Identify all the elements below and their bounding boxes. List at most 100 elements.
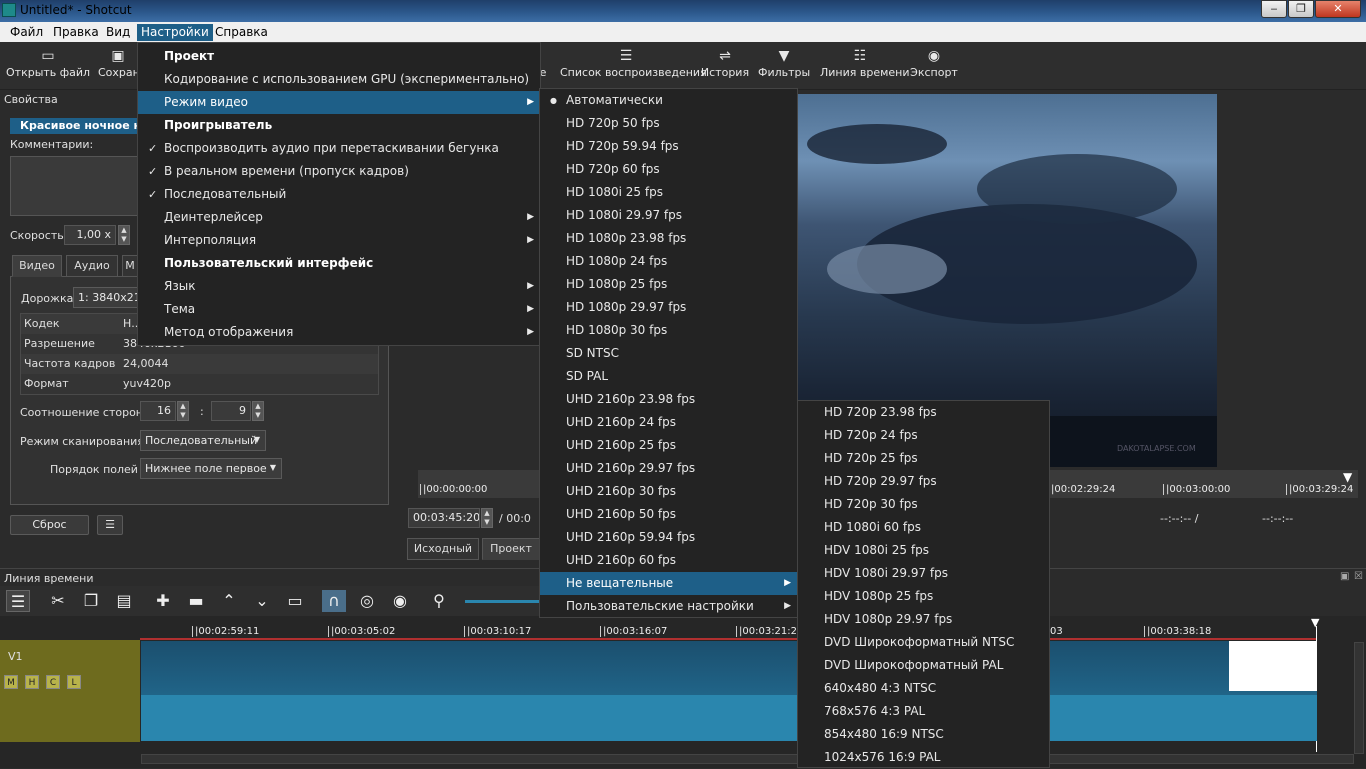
close-icon[interactable]: ☒ [1354,571,1363,582]
video-mode-item[interactable]: UHD 2160p 59.94 fps [540,526,797,549]
playhead-marker[interactable]: ▼ [1343,470,1352,484]
vertical-scrollbar[interactable] [1354,642,1364,754]
video-mode-item[interactable]: HD 1080p 29.97 fps [540,296,797,319]
video-mode-item[interactable]: UHD 2160p 24 fps [540,411,797,434]
menu-view[interactable]: Вид [102,24,134,41]
track-header[interactable]: V1 [0,640,140,742]
scan-mode-select[interactable]: Последовательный ▼ [140,430,266,451]
filters-button[interactable]: ▼ Фильтры [758,42,810,88]
copy-icon[interactable]: ❐ [79,590,103,612]
composite-button[interactable]: C [46,675,60,689]
tab-project[interactable]: Проект [482,538,540,560]
horizontal-scrollbar[interactable] [141,754,1354,764]
menu-file[interactable]: Файл [6,24,47,41]
menu-item[interactable]: Режим видео ▶ [138,91,540,114]
history-button[interactable]: ⇌ История [700,42,750,88]
speed-stepper[interactable]: ▲ ▼ [118,225,130,245]
snap-icon[interactable]: ∩ [322,590,346,612]
playlist-button[interactable]: ☰ Список воспроизведения [560,42,707,88]
tab-source[interactable]: Исходный [407,538,479,560]
video-mode-item[interactable]: SD PAL [540,365,797,388]
remove-icon[interactable]: ▬ [184,590,208,612]
menu-item[interactable]: Интерполяция ▶ [138,229,540,252]
tab-video[interactable]: Видео [12,255,62,277]
video-mode-item[interactable]: HD 720p 59.94 fps [540,135,797,158]
video-mode-item[interactable]: UHD 2160p 23.98 fps [540,388,797,411]
video-mode-item[interactable]: SD NTSC [540,342,797,365]
timeline-ruler[interactable]: |00:02:59:11 |00:03:05:02 |00:03:10:17 |… [140,624,1317,640]
video-mode-item[interactable]: UHD 2160p 60 fps [540,549,797,572]
non-broadcast-item[interactable]: HD 720p 25 fps [798,447,1049,470]
non-broadcast-item[interactable]: 1024x576 16:9 PAL [798,746,1049,769]
timecode-input[interactable]: 00:03:45:20 [408,508,480,528]
speed-input[interactable]: 1,00 x [64,225,116,245]
append-icon[interactable]: ✚ [151,590,175,612]
save-button[interactable]: ▣ Сохран [98,42,140,88]
non-broadcast-item[interactable]: HD 720p 24 fps [798,424,1049,447]
video-mode-item[interactable]: HD 1080p 23.98 fps [540,227,797,250]
video-mode-item[interactable]: HD 1080p 25 fps [540,273,797,296]
minimize-button[interactable]: ‒ [1261,0,1287,18]
video-mode-item[interactable]: HD 720p 50 fps [540,112,797,135]
menu-item[interactable]: ✓ Последовательный [138,183,540,206]
menu-item[interactable]: Метод отображения ▶ [138,321,540,344]
video-mode-item[interactable]: HD 1080i 25 fps [540,181,797,204]
field-order-select[interactable]: Нижнее поле первое ▼ [140,458,282,479]
video-mode-item[interactable]: HD 720p 60 fps [540,158,797,181]
menu-item[interactable]: Кодирование с использованием GPU (экспер… [138,68,540,91]
video-mode-item[interactable]: Не вещательные ▶ [540,572,797,595]
menu-icon[interactable]: ☰ [97,515,123,535]
video-mode-item[interactable]: HD 1080i 29.97 fps [540,204,797,227]
non-broadcast-item[interactable]: 768x576 4:3 PAL [798,700,1049,723]
menu-icon[interactable]: ☰ [6,590,30,612]
hide-button[interactable]: H [25,675,39,689]
non-broadcast-item[interactable]: DVD Широкоформатный PAL [798,654,1049,677]
cut-icon[interactable]: ✂ [46,590,70,612]
lift-icon[interactable]: ⌃ [217,590,241,612]
menu-item[interactable]: ✓ Воспроизводить аудио при перетаскивании… [138,137,540,160]
zoom-slider[interactable] [465,600,540,603]
paste-icon[interactable]: ▤ [112,590,136,612]
tab-more[interactable]: М [122,255,138,277]
aspect-height-stepper[interactable]: ▲ ▼ [252,401,264,421]
mute-button[interactable]: M [4,675,18,689]
video-mode-item[interactable]: ● Автоматически [540,89,797,112]
tab-audio[interactable]: Аудио [66,255,118,277]
video-mode-item[interactable]: Пользовательские настройки ▶ [540,595,797,618]
non-broadcast-item[interactable]: DVD Широкоформатный NTSC [798,631,1049,654]
menu-help[interactable]: Справка [211,24,272,41]
non-broadcast-item[interactable]: HD 1080i 60 fps [798,516,1049,539]
video-mode-item[interactable]: HD 1080p 30 fps [540,319,797,342]
ripple-icon[interactable]: ◉ [388,590,412,612]
aspect-width-stepper[interactable]: ▲ ▼ [177,401,189,421]
aspect-width-input[interactable]: 16 [140,401,176,421]
non-broadcast-item[interactable]: HDV 1080i 25 fps [798,539,1049,562]
non-broadcast-item[interactable]: 854x480 16:9 NTSC [798,723,1049,746]
timecode-stepper[interactable]: ▲ ▼ [481,508,493,528]
video-mode-item[interactable]: UHD 2160p 50 fps [540,503,797,526]
zoom-out-icon[interactable]: ⚲ [427,590,451,612]
menu-item[interactable]: ✓ В реальном времени (пропуск кадров) [138,160,540,183]
non-broadcast-item[interactable]: HDV 1080i 29.97 fps [798,562,1049,585]
menu-item[interactable]: Тема ▶ [138,298,540,321]
export-button[interactable]: ◉ Экспорт [910,42,958,88]
lock-button[interactable]: L [67,675,81,689]
track-select[interactable]: 1: 3840x216 [73,287,138,308]
comments-field[interactable] [10,156,138,216]
non-broadcast-item[interactable]: HD 720p 23.98 fps [798,401,1049,424]
video-mode-item[interactable]: HD 1080p 24 fps [540,250,797,273]
video-mode-item[interactable]: UHD 2160p 25 fps [540,434,797,457]
close-button[interactable]: ✕ [1315,0,1361,18]
float-icon[interactable]: ▣ [1340,571,1349,582]
split-icon[interactable]: ▭ [283,590,307,612]
video-mode-item[interactable]: UHD 2160p 30 fps [540,480,797,503]
non-broadcast-item[interactable]: HD 720p 29.97 fps [798,470,1049,493]
non-broadcast-item[interactable]: HDV 1080p 29.97 fps [798,608,1049,631]
menu-edit[interactable]: Правка [49,24,103,41]
overwrite-icon[interactable]: ⌄ [250,590,274,612]
non-broadcast-item[interactable]: HDV 1080p 25 fps [798,585,1049,608]
non-broadcast-item[interactable]: 640x480 4:3 NTSC [798,677,1049,700]
timeline-clip[interactable] [141,641,1317,741]
open-file-button[interactable]: ▭ Открыть файл [6,42,90,88]
maximize-button[interactable]: ❐ [1288,0,1314,18]
